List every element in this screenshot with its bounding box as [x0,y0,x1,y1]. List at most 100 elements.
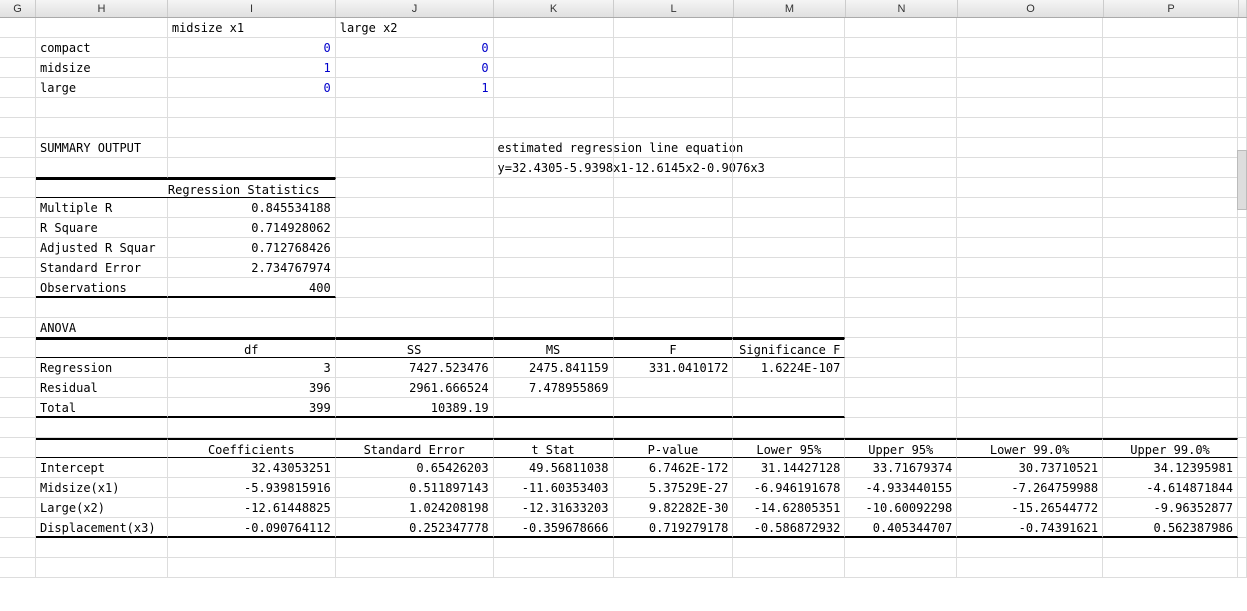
cell[interactable] [336,178,494,198]
cell[interactable] [336,418,494,438]
cell[interactable] [36,298,168,318]
cell[interactable]: 6.7462E-172 [614,458,734,478]
cell[interactable] [733,538,845,558]
cell[interactable] [845,58,957,78]
cell[interactable] [494,78,614,98]
cell[interactable]: -6.946191678 [733,478,845,498]
cell[interactable]: -15.26544772 [957,498,1103,518]
cell[interactable] [0,458,36,478]
cell[interactable] [733,558,845,578]
cell[interactable] [0,378,36,398]
cell[interactable]: 0.65426203 [336,458,494,478]
cell[interactable] [1103,58,1238,78]
equation-value[interactable]: y=32.4305-5.9398x1-12.6145x2-0.9076x3 [494,158,614,178]
cell[interactable] [0,58,36,78]
cell[interactable] [36,338,168,358]
cell[interactable] [733,398,845,418]
cell[interactable] [845,38,957,58]
cell[interactable]: -12.31633203 [494,498,614,518]
cell[interactable] [336,558,494,578]
cell[interactable] [614,378,734,398]
cell[interactable] [733,198,845,218]
cell[interactable] [957,158,1103,178]
cell[interactable] [494,298,614,318]
cell[interactable] [336,198,494,218]
cell[interactable] [733,378,845,398]
cell[interactable]: 0 [168,38,336,58]
cell[interactable] [0,238,36,258]
cell[interactable] [0,478,36,498]
cell[interactable]: P-value [614,438,734,458]
cell[interactable]: 34.12395981 [1103,458,1238,478]
cell[interactable]: Standard Error [336,438,494,458]
cell[interactable] [1238,458,1247,478]
cell[interactable]: Midsize(x1) [36,478,168,498]
cell[interactable] [0,518,36,538]
cell[interactable] [1238,218,1247,238]
cell[interactable]: 1.024208198 [336,498,494,518]
cell[interactable] [733,418,845,438]
cell[interactable]: 0 [168,78,336,98]
cell[interactable]: midsize [36,58,168,78]
cell[interactable] [733,298,845,318]
cell[interactable] [957,98,1103,118]
cell[interactable] [614,538,734,558]
cell[interactable]: -0.359678666 [494,518,614,538]
col-header-i[interactable]: I [168,0,336,17]
cell[interactable] [494,118,614,138]
cell[interactable]: 0.845534188 [168,198,336,218]
cell[interactable] [733,138,845,158]
cell[interactable]: 33.71679374 [845,458,957,478]
cell[interactable] [336,278,494,298]
cell[interactable]: 0 [336,38,494,58]
cell[interactable]: 0.719279178 [614,518,734,538]
cell[interactable] [957,138,1103,158]
cell[interactable] [1238,58,1247,78]
cell[interactable]: -0.74391621 [957,518,1103,538]
cell[interactable]: -0.586872932 [733,518,845,538]
cell[interactable]: F [614,338,734,358]
cell[interactable] [845,138,957,158]
cell[interactable] [0,18,36,38]
cell[interactable] [168,538,336,558]
cell[interactable] [957,538,1103,558]
cell[interactable] [0,418,36,438]
cell[interactable] [1238,498,1247,518]
cell[interactable]: 0.562387986 [1103,518,1238,538]
cell[interactable]: Significance F [733,338,845,358]
cell[interactable] [845,178,957,198]
cell[interactable] [957,118,1103,138]
cell[interactable] [0,358,36,378]
cell[interactable]: 1 [168,58,336,78]
cell[interactable] [336,218,494,238]
cell[interactable] [494,198,614,218]
cell[interactable] [614,318,734,338]
cell[interactable] [0,138,36,158]
cell[interactable] [733,318,845,338]
cell[interactable] [336,98,494,118]
cell[interactable] [614,258,734,278]
cell[interactable] [1103,278,1238,298]
cell[interactable] [494,398,614,418]
cell[interactable]: Intercept [36,458,168,478]
cell[interactable] [614,298,734,318]
col-header-o[interactable]: O [958,0,1104,17]
cell[interactable] [957,258,1103,278]
cell[interactable] [494,258,614,278]
cell[interactable] [1103,218,1238,238]
cell[interactable] [0,338,36,358]
cell[interactable] [845,238,957,258]
cell[interactable] [0,218,36,238]
cell[interactable] [0,258,36,278]
cell[interactable] [733,98,845,118]
cell[interactable] [168,138,336,158]
col-header-g[interactable]: G [0,0,36,17]
cell[interactable] [0,498,36,518]
cell[interactable] [845,378,957,398]
cell[interactable] [0,558,36,578]
cell[interactable] [614,78,734,98]
cell[interactable]: 7427.523476 [336,358,494,378]
cell[interactable] [1103,178,1238,198]
cell[interactable] [1238,478,1247,498]
cell[interactable]: t Stat [494,438,614,458]
